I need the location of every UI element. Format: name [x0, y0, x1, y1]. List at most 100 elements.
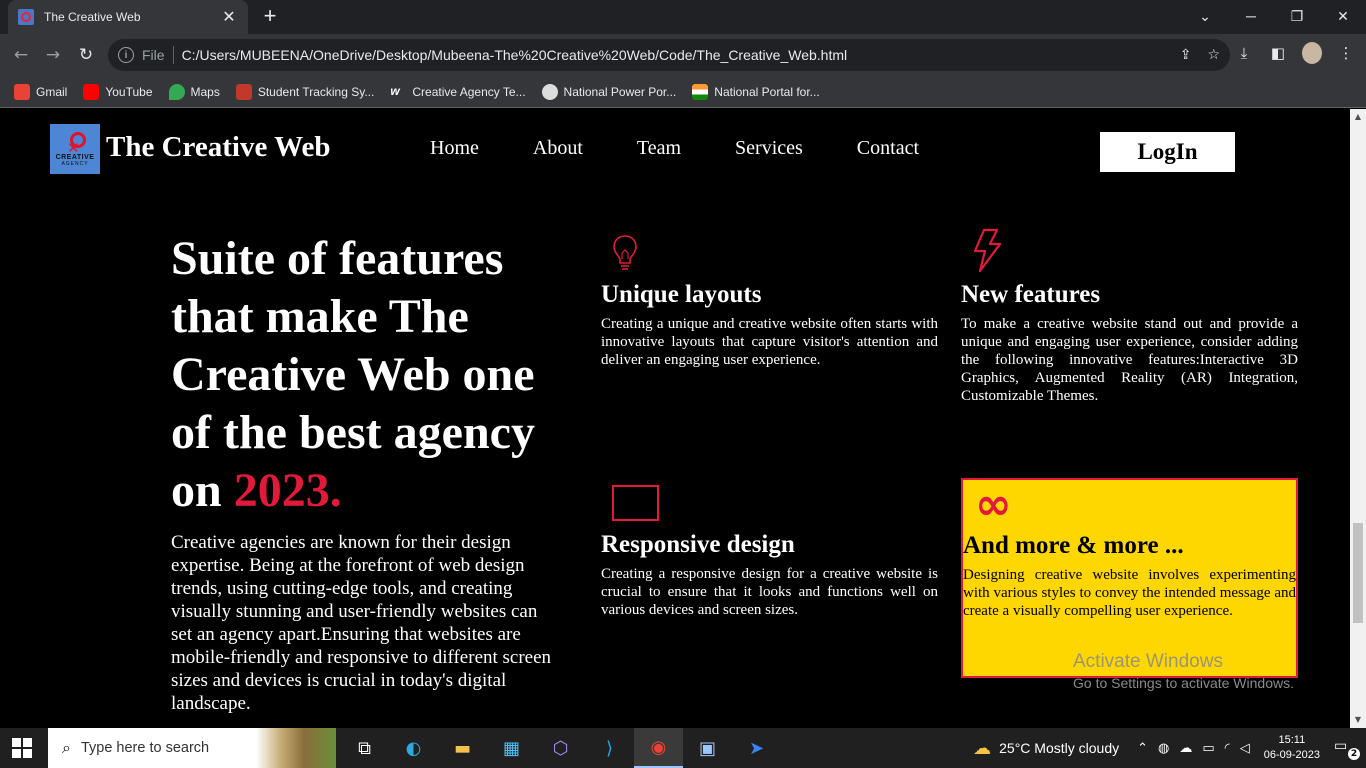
hero-year: 2023. — [233, 464, 342, 517]
notification-icon[interactable]: ▭ 2 — [1334, 738, 1360, 760]
creative-agency-icon: w — [390, 83, 400, 98]
india-flag-icon — [692, 83, 709, 100]
bookmarks-bar: Gmail YouTube Maps Student Tracking Sy..… — [0, 76, 1366, 108]
bookmark-national-power[interactable]: National Power Por... — [541, 83, 676, 100]
chrome-icon[interactable]: ◉ — [634, 728, 683, 768]
feature-title: Responsive design — [601, 531, 795, 558]
watermark-title: Activate Windows — [1073, 651, 1223, 672]
scroll-thumb[interactable] — [1353, 523, 1363, 623]
hero-title: Suite of features that make The Creative… — [171, 230, 571, 520]
vscode-icon[interactable]: ⟩ — [585, 728, 634, 768]
side-panel-icon[interactable]: ◧ — [1268, 44, 1288, 62]
photos-icon[interactable]: ▣ — [683, 728, 732, 768]
url-text[interactable]: C:/Users/MUBEENA/OneDrive/Desktop/Mubeen… — [182, 47, 848, 63]
feedback-icon[interactable]: ➤ — [732, 728, 781, 768]
infinity-icon: ∞ — [975, 479, 1012, 530]
system-tray: ☁ 25°C Mostly cloudy ⌃ ◍ ☁ ▭ ◜ ◁ 15:11 0… — [973, 728, 1366, 768]
feature-text: Designing creative website involves expe… — [963, 567, 1296, 619]
rectangle-icon — [612, 485, 659, 521]
web-page: CREATIVE AGENCY The Creative Web Home Ab… — [0, 109, 1350, 728]
scroll-down-arrow-icon[interactable]: ▼ — [1350, 712, 1366, 728]
chevron-up-icon[interactable]: ⌃ — [1137, 741, 1148, 756]
share-icon[interactable]: ⇪ — [1180, 47, 1192, 63]
weather-text: 25°C Mostly cloudy — [999, 740, 1120, 756]
address-bar[interactable]: i File C:/Users/MUBEENA/OneDrive/Desktop… — [108, 39, 1230, 71]
site-brand[interactable]: The Creative Web — [106, 131, 330, 164]
hero-title-text: Suite of features that make The Creative… — [171, 232, 535, 517]
wifi-icon[interactable]: ◜ — [1225, 741, 1230, 756]
tab-title: The Creative Web — [44, 10, 141, 24]
tray-icons: ⌃ ◍ ☁ ▭ ◜ ◁ — [1137, 741, 1250, 756]
store-icon[interactable]: ▦ — [487, 728, 536, 768]
bookmark-national-portal[interactable]: National Portal for... — [692, 83, 820, 100]
windows-start-icon[interactable] — [12, 738, 32, 758]
copilot-icon[interactable]: ⬡ — [536, 728, 585, 768]
page-scrollbar[interactable]: ▲ ▼ — [1350, 109, 1366, 728]
nav-home[interactable]: Home — [430, 137, 479, 160]
login-button[interactable]: LogIn — [1100, 132, 1235, 172]
file-explorer-icon[interactable]: ▬ — [438, 728, 487, 768]
feature-title: New features — [961, 281, 1101, 308]
taskbar-clock[interactable]: 15:11 06-09-2023 — [1264, 733, 1320, 763]
nav-services[interactable]: Services — [735, 137, 803, 160]
url-scheme: File — [142, 47, 165, 63]
weather-widget[interactable]: ☁ 25°C Mostly cloudy — [973, 738, 1119, 759]
favicon-icon — [18, 9, 34, 25]
notification-count: 2 — [1348, 748, 1360, 760]
onedrive-icon[interactable]: ☁ — [1179, 741, 1192, 756]
bookmark-star-icon[interactable]: ☆ — [1207, 47, 1220, 63]
globe-icon — [541, 83, 558, 100]
hero-description: Creative agencies are known for their de… — [171, 532, 552, 714]
menu-icon[interactable]: ⋮ — [1336, 44, 1356, 62]
nav-team[interactable]: Team — [637, 137, 681, 160]
info-icon[interactable]: i — [118, 47, 134, 63]
volume-icon[interactable]: ◁ — [1240, 741, 1250, 756]
bookmark-maps[interactable]: Maps — [168, 83, 220, 100]
maps-icon — [168, 83, 185, 100]
feature-responsive-design: Responsive design Creating a responsive … — [601, 531, 938, 619]
bookmark-gmail[interactable]: Gmail — [14, 83, 67, 100]
watermark-subtitle: Go to Settings to activate Windows. — [1073, 675, 1294, 691]
back-icon[interactable]: ← — [8, 42, 34, 68]
taskbar-apps: ⧉ ◐ ▬ ▦ ⬡ ⟩ ◉ ▣ ➤ — [340, 728, 781, 768]
browser-toolbar: ← → ↻ i File C:/Users/MUBEENA/OneDrive/D… — [0, 34, 1366, 76]
address-bar-actions: ⇪ ☆ — [1180, 39, 1220, 71]
tab-search-icon[interactable]: ⌄ — [1182, 0, 1228, 32]
taskbar-search[interactable]: ⌕ Type here to search — [48, 728, 336, 768]
browser-tab-bar: The Creative Web ✕ + ⌄ ─ ❐ ✕ — [0, 0, 1366, 34]
feature-text: To make a creative website stand out and… — [961, 316, 1298, 404]
feature-new-features: New features To make a creative website … — [961, 281, 1298, 405]
window-controls: ⌄ ─ ❐ ✕ — [1182, 0, 1366, 32]
battery-icon[interactable]: ▭ — [1202, 741, 1214, 756]
feature-unique-layouts: Unique layouts Creating a unique and cre… — [601, 281, 938, 369]
minimize-button[interactable]: ─ — [1228, 0, 1274, 32]
scroll-up-arrow-icon[interactable]: ▲ — [1350, 109, 1366, 125]
bookmark-student-tracking[interactable]: Student Tracking Sy... — [235, 83, 374, 100]
lightbulb-icon — [613, 235, 637, 270]
activate-windows-watermark: Activate Windows Go to Settings to activ… — [1073, 651, 1294, 691]
profile-avatar[interactable] — [1302, 42, 1322, 64]
new-tab-button[interactable]: + — [258, 4, 282, 28]
nav-contact[interactable]: Contact — [857, 137, 919, 160]
close-tab-icon[interactable]: ✕ — [220, 7, 238, 27]
browser-tab[interactable]: The Creative Web ✕ — [8, 0, 248, 34]
search-icon: ⌕ — [62, 738, 71, 757]
feature-title: Unique layouts — [601, 281, 762, 308]
download-icon[interactable]: ⤓ — [1234, 44, 1254, 62]
close-window-button[interactable]: ✕ — [1320, 0, 1366, 32]
bookmark-youtube[interactable]: YouTube — [83, 83, 153, 100]
logo-figure-icon — [65, 131, 86, 157]
forward-icon[interactable]: → — [40, 42, 66, 68]
nav-about[interactable]: About — [533, 137, 583, 160]
restore-button[interactable]: ❐ — [1274, 0, 1320, 32]
youtube-icon — [83, 83, 100, 100]
meet-icon[interactable]: ◍ — [1158, 741, 1169, 756]
bookmark-creative-agency[interactable]: w Creative Agency Te... — [390, 84, 525, 100]
task-view-icon[interactable]: ⧉ — [340, 728, 389, 768]
student-tracking-icon — [235, 83, 252, 100]
edge-icon[interactable]: ◐ — [389, 728, 438, 768]
gmail-icon — [14, 83, 30, 100]
clock-time: 15:11 — [1278, 734, 1306, 746]
reload-icon[interactable]: ↻ — [73, 42, 99, 68]
site-logo[interactable]: CREATIVE AGENCY — [50, 124, 100, 174]
